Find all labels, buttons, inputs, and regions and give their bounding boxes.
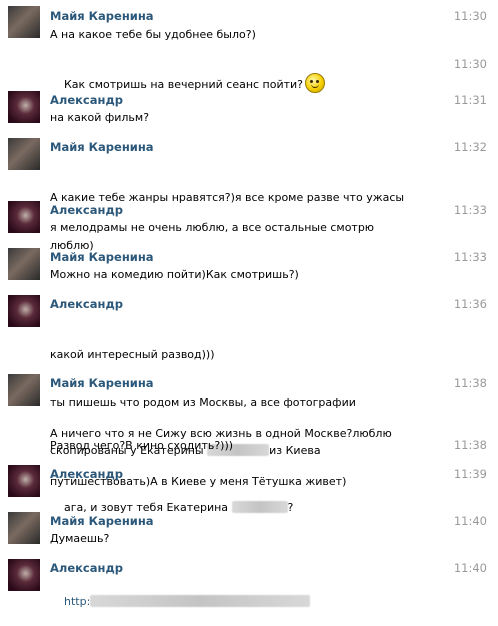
message-item: Александр 11:31 на какой фильм? (0, 86, 498, 130)
message-item: Майя Каренина 11:40 Думаешь? (0, 507, 498, 551)
avatar[interactable] (8, 465, 40, 497)
sender-name[interactable]: Александр (50, 561, 123, 575)
message-time: 11:30 (453, 9, 487, 23)
message-item: Александр 11:39 ага, и зовут тебя Екатер… (0, 460, 498, 514)
message-item: Александр 11:40 http: (0, 554, 498, 608)
message-item: Майя Каренина 11:30 А на какое тебе бы у… (0, 0, 498, 48)
message-time: 11:39 (453, 467, 487, 481)
avatar[interactable] (8, 512, 40, 544)
sender-name[interactable]: Майя Каренина (50, 140, 154, 154)
sender-name[interactable]: Майя Каренина (50, 514, 154, 528)
redacted-text (90, 595, 311, 607)
sender-name[interactable]: Александр (50, 467, 123, 481)
avatar[interactable] (8, 138, 40, 170)
message-text: Развод чего?В кино сходить?))) (50, 439, 234, 452)
message-item: 11:38 Развод чего?В кино сходить?))) (0, 432, 498, 458)
sender-name[interactable]: Александр (50, 203, 123, 217)
avatar[interactable] (8, 201, 40, 233)
message-time: 11:38 (453, 438, 487, 452)
message-item: Майя Каренина 11:38 А ничего что я не Си… (0, 369, 498, 488)
sender-name[interactable]: Александр (50, 93, 123, 107)
message-time: 11:30 (453, 57, 487, 71)
message-time: 11:38 (453, 376, 487, 390)
sender-name[interactable]: Майя Каренина (50, 250, 154, 264)
message-text: Думаешь? (50, 532, 110, 545)
message-item: Майя Каренина 11:32 А какие тебе жанры н… (0, 133, 498, 252)
message-time: 11:40 (453, 514, 487, 528)
message-text: на какой фильм? (50, 111, 150, 124)
sender-name[interactable]: Майя Каренина (50, 376, 154, 390)
message-time: 11:33 (453, 250, 487, 264)
message-text: я мелодрамы не очень люблю, а все осталь… (50, 221, 375, 234)
avatar[interactable] (8, 374, 40, 406)
avatar[interactable] (8, 295, 40, 327)
avatar[interactable] (8, 248, 40, 280)
message-text: А на какое тебе бы удобнее было?) (50, 28, 256, 41)
avatar[interactable] (8, 6, 40, 38)
message-item: Майя Каренина 11:33 Можно на комедию пой… (0, 243, 498, 287)
message-link[interactable]: http: (64, 595, 90, 608)
sender-name[interactable]: Александр (50, 297, 123, 311)
message-time: 11:31 (453, 93, 487, 107)
avatar[interactable] (8, 91, 40, 123)
message-time: 11:40 (453, 561, 487, 575)
message-item: Александр 11:36 какой интересный развод)… (0, 290, 498, 457)
sender-name[interactable]: Майя Каренина (50, 9, 154, 23)
message-text-line: какой интересный развод))) (50, 348, 215, 361)
message-text: http: (50, 578, 430, 626)
message-item: Александр 11:33 я мелодрамы не очень люб… (0, 196, 498, 240)
message-time: 11:32 (453, 140, 487, 154)
avatar[interactable] (8, 559, 40, 591)
message-time: 11:36 (453, 297, 487, 311)
message-time: 11:33 (453, 203, 487, 217)
message-item: 11:30 Как смотришь на вечерний сеанс пой… (0, 50, 498, 93)
message-text: Можно на комедию пойти)Как смотришь?) (50, 268, 299, 281)
